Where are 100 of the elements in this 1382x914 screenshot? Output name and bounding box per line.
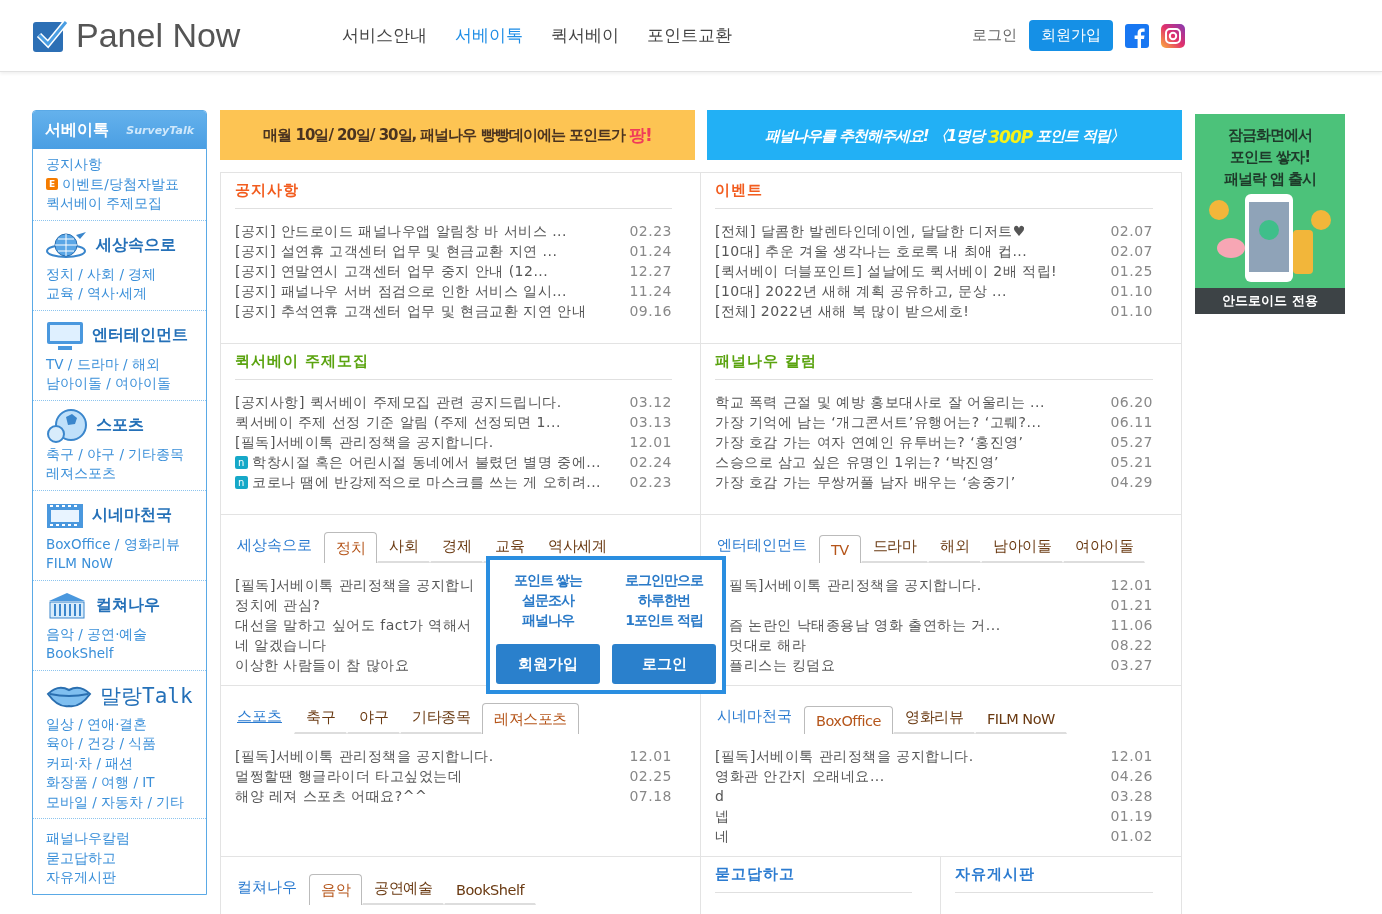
section-title-link[interactable]: 엔터테인먼트 — [715, 536, 819, 563]
post-date: 02.25 — [629, 767, 672, 786]
facebook-icon[interactable] — [1125, 23, 1149, 48]
post-title-link[interactable]: 네 알겠습니다 — [235, 635, 327, 655]
section-title-link[interactable]: 시네마천국 — [715, 707, 804, 734]
post-title-link[interactable]: 정치에 관심? — [235, 595, 321, 615]
post-date: 02.23 — [629, 222, 672, 241]
sidebar-link[interactable]: FILM NoW — [46, 554, 194, 574]
promo-banner[interactable]: 매월 10일/ 20일/ 30일, 패널나우 빵빵데이에는 포인트가 팡! — [220, 110, 695, 160]
post-title-link[interactable]: 스승으로 삼고 싶은 유명인 1위는? ‘박진영’ — [715, 452, 999, 472]
section-title-link[interactable]: 스포츠 — [235, 707, 294, 734]
section-title-link[interactable]: 컬쳐나우 — [235, 878, 309, 905]
sidebar-link[interactable]: TV / 드라마 / 해외 — [46, 354, 194, 374]
post-title-link[interactable]: [공지] 패널나우 서버 점검으로 인한 서비스 일시... — [235, 281, 567, 301]
post-title-link[interactable]: 즘 논란인 낙태종용남 영화 출연하는 거... — [729, 615, 1001, 635]
sidebar-link[interactable]: 축구 / 야구 / 기타종목 — [46, 444, 194, 464]
sidebar-link[interactable]: 정치 / 사회 / 경제 — [46, 264, 194, 284]
post-title-link[interactable]: 멀쩡할땐 행글라이더 타고싶었는데 — [235, 766, 463, 786]
post-title-link[interactable]: 넵 — [715, 806, 730, 826]
app-ad[interactable]: 잠금화면에서 포인트 쌓자! 패널락 앱 출시 안드로이드 전용 — [1195, 114, 1345, 314]
post-title-link[interactable]: [10대] 추운 겨울 생각나는 호로록 내 최애 컵... — [715, 241, 1028, 261]
post-title-link[interactable]: d — [715, 786, 725, 806]
sidebar-link[interactable]: 패널나우칼럼 — [46, 829, 194, 849]
post-title-link[interactable]: [필독]서베이톡 관리정책을 공지합니 — [235, 575, 475, 595]
popup-button[interactable]: 회원가입 — [496, 644, 600, 684]
sidebar-link[interactable]: 육아 / 건강 / 식품 — [46, 734, 194, 754]
post-title-link[interactable]: 퀵서베이 주제 선정 기준 알림 (주제 선정되면 1... — [235, 412, 561, 432]
post-date: 02.24 — [629, 453, 672, 472]
post-title-link[interactable]: 플리스는 킹덤요 — [729, 655, 836, 675]
post-title-link[interactable]: 네 — [715, 826, 730, 846]
sidebar-link[interactable]: 음악 / 공연·예술 — [46, 624, 194, 644]
sidebar-link[interactable]: 자유게시판 — [46, 868, 194, 888]
post-title-link[interactable]: 학교 폭력 근절 및 예방 홍보대사로 잘 어울리는 ... — [715, 392, 1045, 412]
post-title-link[interactable]: [퀵서베이 더블포인트] 설날에도 퀵서베이 2배 적립! — [715, 261, 1058, 281]
category-tab[interactable]: TV — [819, 535, 861, 563]
section-title-link[interactable]: 세상속으로 — [235, 536, 324, 563]
sidebar-link[interactable]: 레져스포츠 — [46, 464, 194, 484]
sidebar-link[interactable]: E 이벤트/당첨자발표 — [46, 174, 194, 194]
post-title-link[interactable]: [공지] 안드로이드 패널나우앱 알림창 바 서비스 ... — [235, 221, 567, 241]
post-title-link[interactable]: 가장 호감 가는 여자 연예인 유투버는? ‘홍진영’ — [715, 432, 1024, 452]
post-date: 03.27 — [1110, 656, 1153, 675]
category-tab[interactable]: 정치 — [324, 532, 377, 563]
post-title-link[interactable]: [10대] 2022년 새해 계획 공유하고, 문상 ... — [715, 281, 1007, 301]
sidebar-link[interactable]: 퀵서베이 주제모집 — [46, 194, 194, 214]
sidebar-link[interactable]: BoxOffice / 영화리뷰 — [46, 534, 194, 554]
sidebar-link[interactable]: 남아이돌 / 여아이돌 — [46, 374, 194, 394]
ad-footer: 안드로이드 전용 — [1195, 288, 1345, 314]
post-title-link[interactable]: 멋대로 해라 — [729, 635, 807, 655]
post-title-link[interactable]: [필독]서베이톡 관리정책을 공지합니다. — [235, 432, 494, 452]
nav-link[interactable]: 퀵서베이 — [551, 24, 619, 47]
sidebar-link[interactable]: 묻고답하고 — [46, 848, 194, 868]
post-title-link[interactable]: [전체] 2022년 새해 복 많이 받으세호! — [715, 301, 970, 321]
post-title-link[interactable]: [공지] 추석연휴 고객센터 업무 및 현금교환 지연 안내 — [235, 301, 587, 321]
post-title-link[interactable]: 해양 레져 스포츠 어때요?^^ — [235, 786, 428, 806]
nav-link[interactable]: 서베이톡 — [455, 24, 523, 47]
section-title: 공지사항 — [235, 181, 672, 209]
post-title-link[interactable]: n 코로나 땜에 반강제적으로 마스크를 쓰는 게 오히려... — [235, 472, 602, 492]
post-title-link[interactable]: 영화관 안간지 오래네요... — [715, 766, 885, 786]
post-title-link[interactable]: [공지] 연말연시 고객센터 업무 중지 안내 (12... — [235, 261, 549, 281]
category-tab[interactable]: 레져스포츠 — [482, 703, 579, 734]
category-tab[interactable]: 음악 — [309, 874, 362, 905]
post-title-link[interactable]: [공지사항] 퀵서베이 주제모집 관련 공지드립니다. — [235, 392, 562, 412]
sidebar-link[interactable]: 일상 / 연애·결혼 — [46, 714, 194, 734]
sidebar-section-title[interactable]: 말랑Talk — [100, 681, 193, 710]
post-title-link[interactable]: 대선을 말하고 싶어도 fact가 역해서 — [235, 615, 472, 635]
login-link[interactable]: 로그인 — [972, 26, 1017, 45]
sidebar-section-title[interactable]: 스포츠 — [96, 415, 144, 436]
sidebar-section-title[interactable]: 컬쳐나우 — [96, 595, 160, 616]
post-title-link[interactable]: 이상한 사람들이 참 많아요 — [235, 655, 410, 675]
sidebar-section-title[interactable]: 시네마천국 — [92, 505, 172, 526]
post-title-link[interactable]: [필독]서베이톡 관리정책을 공지합니다. — [715, 746, 974, 766]
sidebar-link[interactable]: 모바일 / 자동차 / 기타 — [46, 792, 194, 812]
sidebar-link[interactable]: 교육 / 역사·세계 — [46, 284, 194, 304]
post-date: 03.28 — [1110, 787, 1153, 806]
post-title-link[interactable]: [전체] 달콤한 발렌타인데이엔, 달달한 디저트♥ — [715, 221, 1026, 241]
post-date: 05.27 — [1110, 433, 1153, 452]
post-title-link[interactable]: [필독]서베이톡 관리정책을 공지합니다. — [235, 746, 494, 766]
sidebar-section-title[interactable]: 엔터테인먼트 — [92, 325, 188, 346]
post-date: 11.06 — [1110, 616, 1153, 635]
sidebar-link[interactable]: 화장품 / 여행 / IT — [46, 773, 194, 793]
post-date: 04.29 — [1110, 473, 1153, 492]
post-title-link[interactable]: 필독]서베이톡 관리정책을 공지합니다. — [729, 575, 982, 595]
post-title-link[interactable]: 가장 기억에 남는 ‘개그콘서트’유행어는? ‘고뤠?... — [715, 412, 1042, 432]
nav-link[interactable]: 포인트교환 — [647, 24, 732, 47]
instagram-icon[interactable] — [1161, 23, 1185, 48]
category-tab[interactable]: BoxOffice — [804, 706, 893, 734]
post-title-link[interactable]: n 학창시절 혹은 어린시절 동네에서 불렸던 별명 중에... — [235, 452, 602, 472]
nav-link[interactable]: 서비스안내 — [342, 24, 427, 47]
post-date: 01.10 — [1110, 302, 1153, 321]
post-title-link[interactable]: [공지] 설연휴 고객센터 업무 및 현금교환 지연 ... — [235, 241, 558, 261]
post-date: 04.26 — [1110, 767, 1153, 786]
sidebar-link[interactable]: 커피·차 / 패션 — [46, 753, 194, 773]
sidebar-link[interactable]: BookShelf — [46, 644, 194, 664]
sidebar-link[interactable]: 공지사항 — [46, 155, 194, 175]
post-title-link[interactable]: 가장 호감 가는 무쌍꺼풀 남자 배우는 ‘송중기’ — [715, 472, 1016, 492]
popup-button[interactable]: 로그인 — [612, 644, 716, 684]
logo-text: Panel Now — [76, 16, 241, 55]
post-date: 12.01 — [1110, 747, 1153, 766]
monitor-icon — [46, 319, 84, 352]
sidebar-section-title[interactable]: 세상속으로 — [96, 235, 176, 256]
